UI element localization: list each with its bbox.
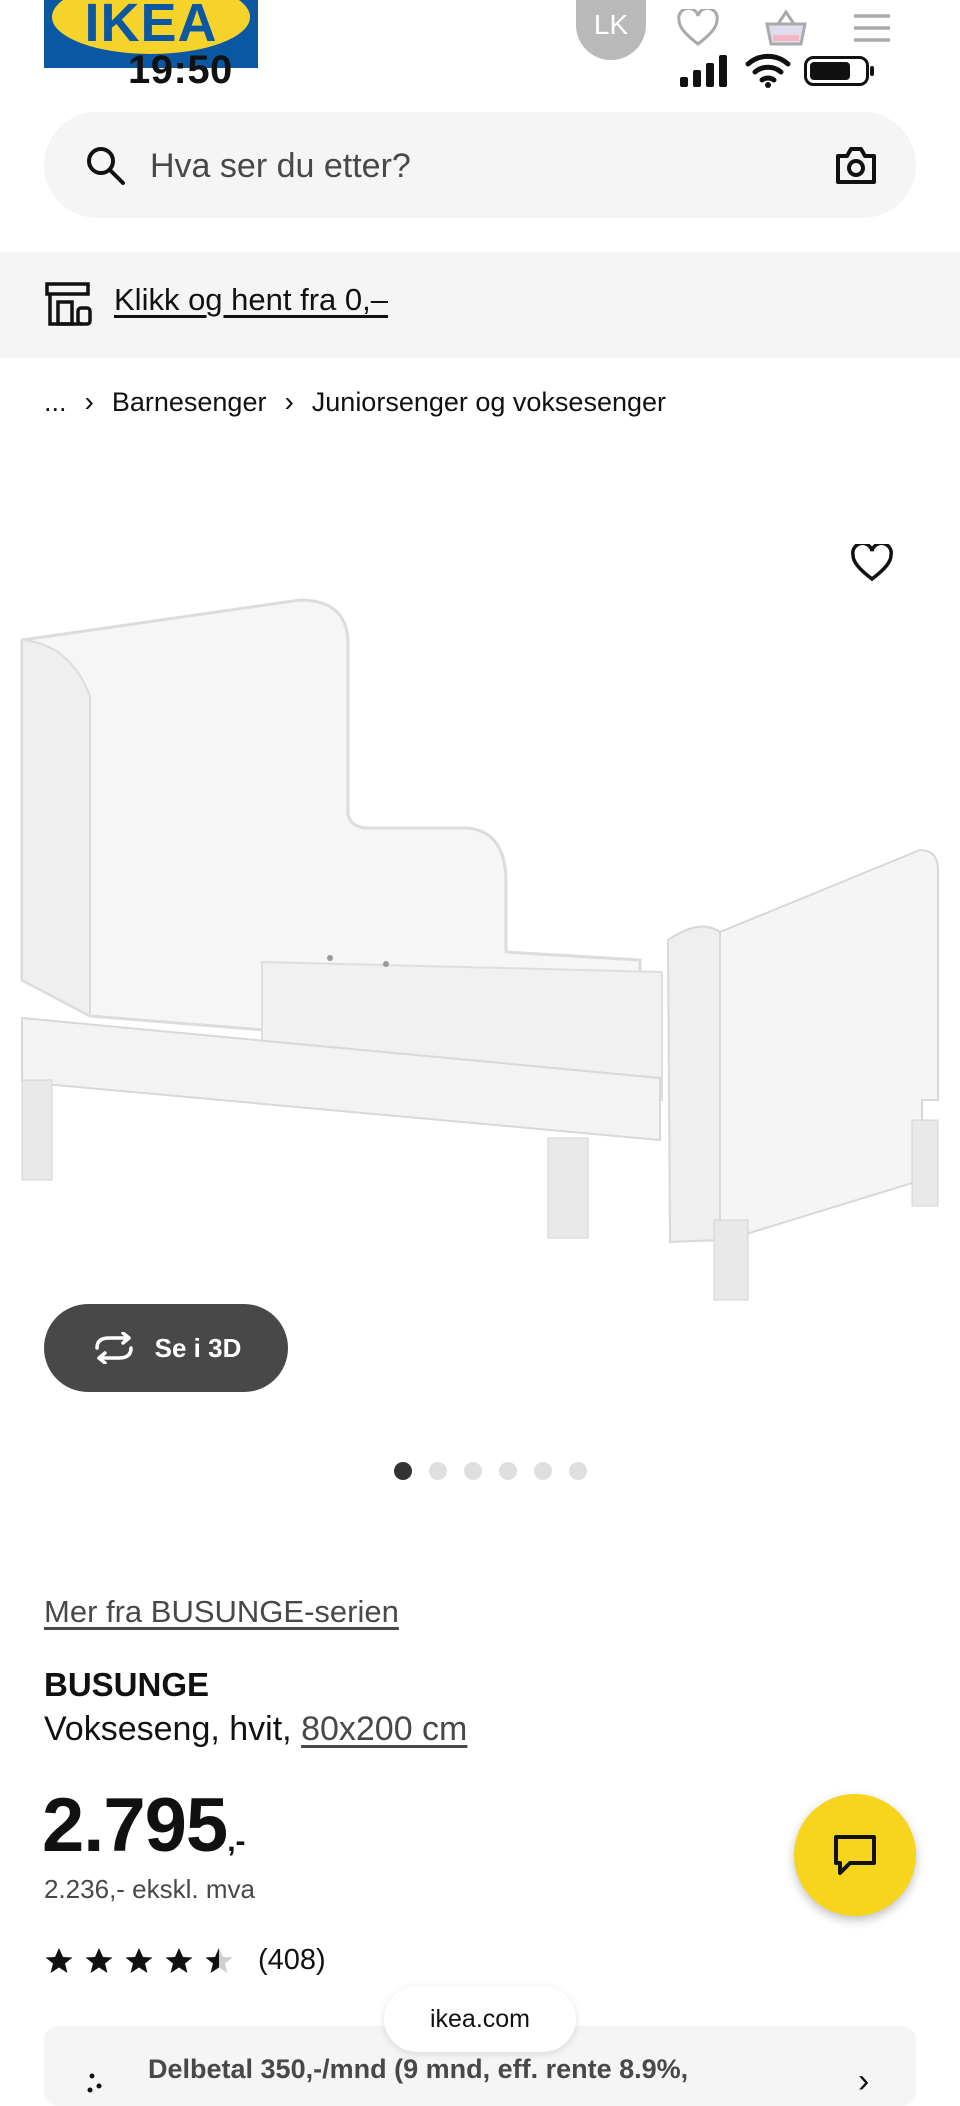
camera-icon[interactable] [834,144,878,186]
pagination-dot[interactable] [463,1462,482,1480]
pagination-dot[interactable] [428,1462,447,1480]
size-link[interactable]: 80x200 cm [301,1710,467,1748]
installment-text: Delbetal 350,-/mnd (9 mnd, eff. rente 8.… [148,2054,689,2084]
product-description: Vokseseng, hvit, 80x200 cm [44,1710,467,1749]
pagination-dot[interactable] [498,1462,517,1480]
click-collect-link[interactable]: Klikk og hent fra 0,– [114,282,388,318]
search-icon[interactable] [84,144,126,186]
product-name: BUSUNGE [44,1666,210,1703]
product-type: Vokseseng, hvit, [44,1710,292,1748]
wifi-icon [745,53,791,88]
view-3d-button[interactable]: Se i 3D [44,1304,288,1392]
half-star-icon [205,1947,233,1973]
menu-icon[interactable] [848,4,896,52]
header-heart-icon[interactable] [674,4,722,52]
signal-icon [680,55,727,87]
price-main: 2.795 [42,1783,228,1868]
installment-icon [87,2073,102,2093]
star-icon [45,1947,73,1973]
browser-url-pill[interactable]: ikea.com [384,1986,576,2052]
image-pagination [0,1462,960,1480]
star-icon [165,1947,193,1973]
chevron-right-icon: › [84,386,94,417]
status-time: 19:50 [128,48,233,92]
breadcrumb-barnesenger[interactable]: Barnesenger [112,387,267,418]
chat-button[interactable] [794,1794,916,1916]
breadcrumb-juniorsenger[interactable]: Juniorsenger og voksesenger [312,387,666,418]
user-avatar[interactable]: LK [576,0,646,60]
rotate-3d-icon [94,1332,133,1364]
basket-icon[interactable] [762,4,810,52]
star-icon [85,1947,113,1973]
chevron-right-icon: › [858,2062,870,2100]
store-icon [45,282,92,326]
click-collect-banner: Klikk og hent fra 0,– [0,252,960,358]
rating-count: (408) [258,1944,326,1976]
breadcrumb-more[interactable]: ... [44,387,67,418]
view-3d-label: Se i 3D [154,1332,242,1363]
price-suffix: ,- [227,1825,246,1858]
star-icon [125,1947,153,1973]
rating[interactable]: (408) [44,1944,326,1977]
product-image[interactable] [0,580,960,1320]
pagination-dot[interactable] [533,1462,552,1480]
breadcrumb: ... › Barnesenger › Juniorsenger og voks… [44,386,666,418]
chevron-right-icon: › [284,386,294,417]
pagination-dot[interactable] [393,1462,412,1480]
search-bar[interactable] [44,112,916,218]
price: 2.795,- [42,1782,246,1869]
favorite-heart-icon[interactable] [846,538,898,588]
battery-icon [804,56,874,86]
search-input[interactable] [148,134,752,198]
logo-text: IKEA [84,0,218,53]
chat-icon [834,1835,876,1875]
pagination-dot[interactable] [568,1462,587,1480]
series-link[interactable]: Mer fra BUSUNGE-serien [44,1594,399,1630]
price-ex-vat: 2.236,- ekskl. mva [44,1874,255,1904]
